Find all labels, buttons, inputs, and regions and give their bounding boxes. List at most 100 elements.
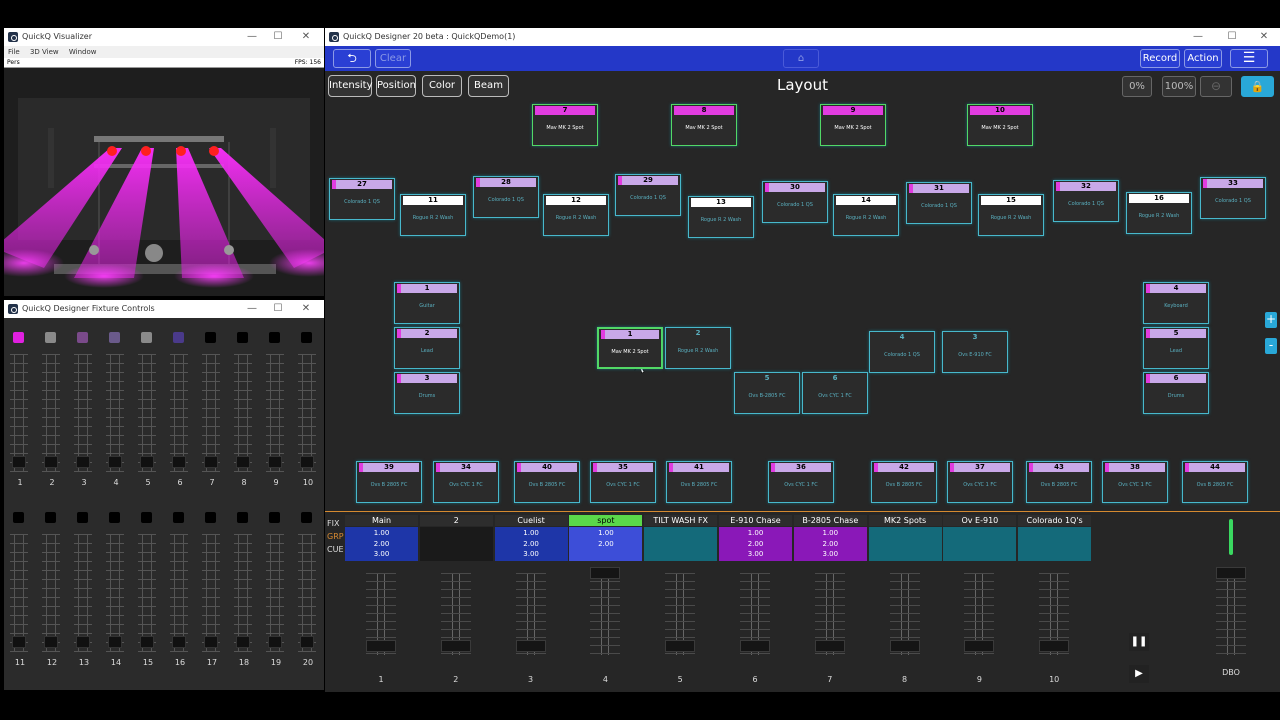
menu-file[interactable]: File (8, 48, 20, 56)
channel-fader-track[interactable] (298, 534, 316, 652)
channel-color-swatch[interactable] (173, 512, 184, 523)
channel-color-swatch[interactable] (109, 512, 120, 523)
channel-fader-track[interactable] (234, 354, 252, 472)
channel-fader-track[interactable] (138, 354, 156, 472)
channel-fader-knob[interactable] (76, 636, 90, 648)
record-button[interactable]: Record (1140, 49, 1180, 68)
playback-button-10[interactable]: Colorado 1Q's (1018, 515, 1093, 561)
playback-button-9[interactable]: Ov E-910 (943, 515, 1018, 561)
minimize-icon[interactable]: — (240, 300, 264, 318)
zoom-button[interactable]: ⊖ (1200, 76, 1232, 97)
channel-fader-knob[interactable] (108, 636, 122, 648)
home-button[interactable]: ⌂ (783, 49, 819, 68)
maximize-icon[interactable]: ☐ (266, 300, 290, 318)
clear-button[interactable]: Clear (375, 49, 411, 68)
channel-fader-track[interactable] (266, 534, 284, 652)
playback-button-3[interactable]: Cuelist 1.00 2.00 3.00 (494, 515, 570, 561)
channel-fader-track[interactable] (74, 534, 92, 652)
channel-fader-knob[interactable] (76, 456, 90, 468)
channel-fader-track[interactable] (42, 534, 60, 652)
channel-color-swatch[interactable] (237, 512, 248, 523)
playback-fader-knob[interactable] (440, 640, 471, 652)
channel-color-swatch[interactable] (237, 332, 248, 343)
channel-fader-track[interactable] (202, 354, 220, 472)
visualizer-titlebar[interactable]: QuickQ Visualizer — ☐ ✕ (4, 28, 324, 46)
playback-fader-knob[interactable] (740, 640, 770, 652)
channel-fader-knob[interactable] (172, 456, 186, 468)
menu-3d-view[interactable]: 3D View (30, 48, 59, 56)
playback-fader-8[interactable]: 8 (875, 567, 935, 684)
playback-fader-1[interactable]: 1 (351, 567, 411, 684)
playback-button-4[interactable]: spot 1.00 2.00 (569, 515, 644, 561)
3d-viewport[interactable] (4, 68, 324, 296)
playback-fader-knob[interactable] (366, 640, 396, 652)
playback-fader-6[interactable]: 6 (725, 567, 785, 684)
channel-color-swatch[interactable] (269, 332, 280, 343)
channel-fader-knob[interactable] (300, 456, 314, 468)
fixture-tile[interactable]: 44 Ovs B 2805 FC (1182, 461, 1248, 503)
fixture-tile[interactable]: 6 Ovs CYC 1 FC (802, 372, 868, 414)
channel-fader-knob[interactable] (204, 636, 218, 648)
close-icon[interactable]: ✕ (294, 28, 318, 46)
channel-fader-knob[interactable] (300, 636, 314, 648)
channel-color-swatch[interactable] (77, 332, 88, 343)
channel-color-swatch[interactable] (301, 512, 312, 523)
channel-fader-knob[interactable] (140, 456, 154, 468)
zoom-out-side-button[interactable]: - (1265, 338, 1277, 354)
fixture-tile[interactable]: 15 Rogue R 2 Wash (978, 194, 1044, 236)
playback-fader-knob[interactable] (590, 567, 621, 579)
fixture-tile[interactable]: 43 Ovs B 2805 FC (1026, 461, 1092, 503)
fixture-tile[interactable]: 12 Rogue R 2 Wash (543, 194, 609, 236)
fixture-tile[interactable]: 31 Colorado 1 QS (906, 182, 972, 224)
channel-fader-knob[interactable] (268, 636, 282, 648)
fixture-tile[interactable]: 30 Colorado 1 QS (762, 181, 828, 223)
playback-fader-5[interactable]: 5 (650, 567, 710, 684)
playback-button-5[interactable]: TILT WASH FX (644, 515, 719, 561)
fixture-tile[interactable]: 28 Colorado 1 QS (473, 176, 539, 218)
channel-color-swatch[interactable] (77, 512, 88, 523)
fixture-tile[interactable]: 4 Colorado 1 QS (869, 331, 935, 373)
minimize-icon[interactable]: — (240, 28, 264, 46)
fixture-tile[interactable]: 37 Ovs CYC 1 FC (947, 461, 1013, 503)
playback-fader-knob[interactable] (814, 640, 845, 652)
playback-button-1[interactable]: Main 1.00 2.00 3.00 (345, 515, 420, 561)
channel-fader-knob[interactable] (108, 456, 122, 468)
hundred-percent-button[interactable]: 100% (1162, 76, 1196, 97)
zero-percent-button[interactable]: 0% (1122, 76, 1152, 97)
playback-fader-7[interactable]: 7 (800, 567, 860, 684)
channel-color-swatch[interactable] (141, 512, 152, 523)
fixture-tile[interactable]: 42 Ovs B 2805 FC (871, 461, 937, 503)
channel-color-swatch[interactable] (173, 332, 184, 343)
fixture-tile[interactable]: 10 Mav MK 2 Spot (967, 104, 1033, 146)
fixture-layout[interactable]: + - 7 Mav MK 2 Spot 8 Mav MK 2 Spot 9 Mav MK … (325, 101, 1280, 511)
channel-color-swatch[interactable] (141, 332, 152, 343)
playback-fader-track[interactable] (590, 573, 621, 655)
fixture-tile[interactable]: 34 Ovs CYC 1 FC (433, 461, 499, 503)
maximize-icon[interactable]: ☐ (266, 28, 290, 46)
channel-fader-track[interactable] (170, 354, 188, 472)
channel-color-swatch[interactable] (205, 332, 216, 343)
playback-button-6[interactable]: E-910 Chase 1.00 2.00 3.00 (719, 515, 794, 561)
channel-color-swatch[interactable] (45, 332, 56, 343)
close-icon[interactable]: ✕ (1252, 28, 1276, 46)
fixture-tile[interactable]: 14 Rogue R 2 Wash (833, 194, 899, 236)
fixture-tile[interactable]: 7 Mav MK 2 Spot (532, 104, 598, 146)
channel-fader-track[interactable] (170, 534, 188, 652)
playback-fader-9[interactable]: 9 (949, 567, 1009, 684)
playback-fader-knob[interactable] (889, 640, 920, 652)
channel-color-swatch[interactable] (301, 332, 312, 343)
master-fader[interactable] (1201, 567, 1261, 667)
channel-fader-knob[interactable] (236, 636, 250, 648)
channel-fader-track[interactable] (10, 534, 28, 652)
playback-fader-knob[interactable] (1039, 640, 1070, 652)
playback-fader-2[interactable]: 2 (426, 567, 486, 684)
fixture-tile[interactable]: 38 Ovs CYC 1 FC (1102, 461, 1168, 503)
playback-fader-knob[interactable] (515, 640, 546, 652)
playback-fader-knob[interactable] (665, 640, 696, 652)
fixture-tile[interactable]: 32 Colorado 1 QS (1053, 180, 1119, 222)
playback-fader-3[interactable]: 3 (501, 567, 561, 684)
minimize-icon[interactable]: — (1186, 28, 1210, 46)
channel-fader-track[interactable] (106, 354, 124, 472)
action-button[interactable]: Action (1184, 49, 1222, 68)
menu-window[interactable]: Window (69, 48, 97, 56)
